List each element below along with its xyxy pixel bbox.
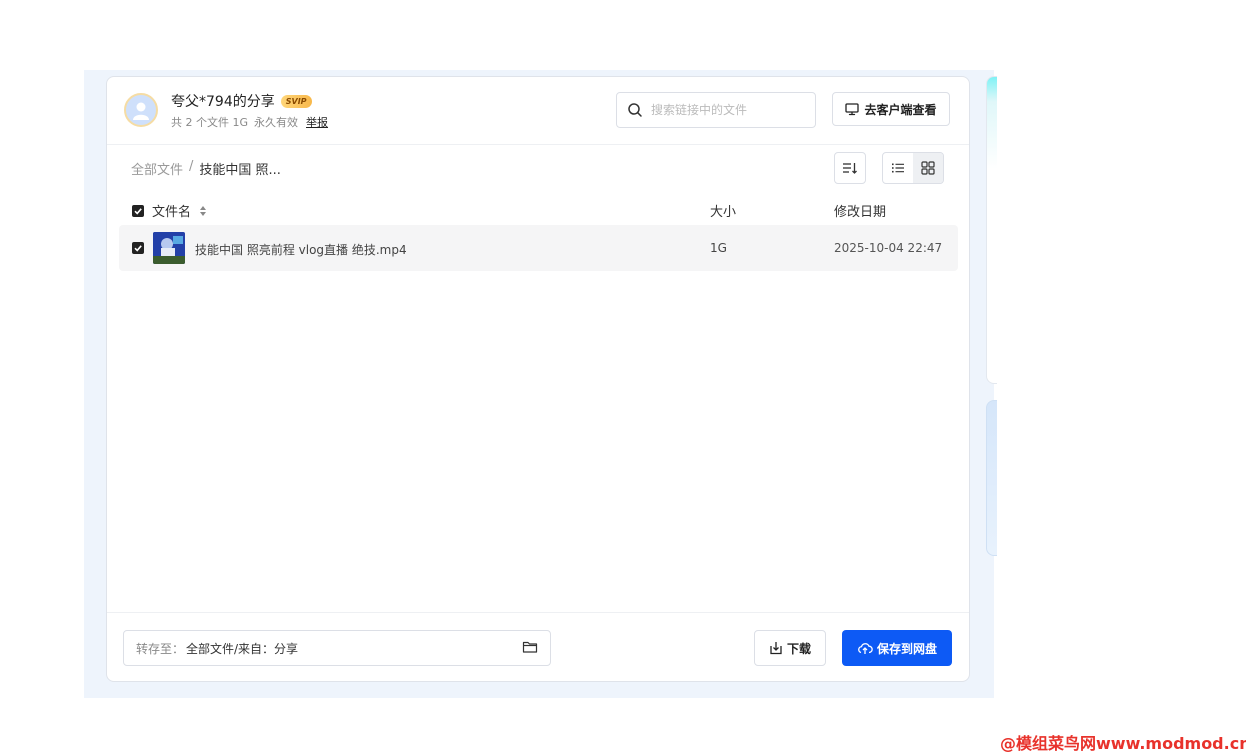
column-name-label[interactable]: 文件名 xyxy=(152,201,191,220)
save-path-field[interactable]: 转存至： 全部文件/来自：分享 xyxy=(123,630,551,666)
download-label: 下载 xyxy=(786,641,811,656)
select-all-checkbox[interactable] xyxy=(132,204,144,217)
video-thumbnail xyxy=(153,232,185,264)
save-path-label: 转存至： xyxy=(136,641,185,656)
validity: 永久有效 xyxy=(254,116,299,129)
share-panel: 夸父*794的分享 SVIP 共 2 个文件 1G 永久有效 举报 去客 xyxy=(106,76,970,682)
open-in-client-label: 去客户端查看 xyxy=(864,102,937,117)
file-count: 共 2 个文件 1G xyxy=(171,116,249,129)
open-in-client-button[interactable]: 去客户端查看 xyxy=(832,92,950,126)
sort-button[interactable] xyxy=(834,152,866,184)
share-meta: 共 2 个文件 1G 永久有效 举报 xyxy=(171,114,328,130)
grid-view-button[interactable] xyxy=(913,153,943,183)
file-name[interactable]: 技能中国 照亮前程 vlog直播 绝技.mp4 xyxy=(195,241,407,258)
breadcrumb: 全部文件 / 技能中国 照... xyxy=(131,159,281,178)
side-card xyxy=(986,400,997,556)
search-box xyxy=(616,92,816,128)
report-link[interactable]: 举报 xyxy=(306,114,328,130)
file-date: 2025-10-04 22:47 xyxy=(834,241,943,255)
check-icon xyxy=(134,207,142,215)
save-path-value: 全部文件/来自：分享 xyxy=(186,641,299,656)
breadcrumb-separator: / xyxy=(189,159,194,174)
table-row[interactable]: 技能中国 照亮前程 vlog直播 绝技.mp4 1G 2025-10-04 22… xyxy=(119,225,958,271)
file-size: 1G xyxy=(710,241,727,255)
row-checkbox[interactable] xyxy=(132,242,144,254)
table-header: 文件名 大小 修改日期 xyxy=(107,197,969,221)
column-name: 文件名 xyxy=(132,201,207,220)
download-icon xyxy=(770,642,782,655)
list-view-button[interactable] xyxy=(883,153,913,183)
save-to-cloud-label: 保存到网盘 xyxy=(876,641,937,656)
folder-icon[interactable] xyxy=(522,640,538,654)
share-owner: 夸父*794的分享 SVIP xyxy=(171,91,312,111)
breadcrumb-current: 技能中国 照... xyxy=(199,163,281,178)
cloud-upload-icon xyxy=(858,643,873,654)
search-icon xyxy=(627,102,643,118)
view-toggle xyxy=(882,152,944,184)
footer-note-cropped xyxy=(346,688,826,698)
breadcrumb-root[interactable]: 全部文件 xyxy=(131,159,183,178)
column-date: 修改日期 xyxy=(834,205,887,220)
side-card xyxy=(986,76,997,384)
share-header: 夸父*794的分享 SVIP 共 2 个文件 1G 永久有效 举报 去客 xyxy=(107,77,969,145)
save-to-cloud-button[interactable]: 保存到网盘 xyxy=(842,630,952,666)
search-input[interactable] xyxy=(649,102,813,118)
owner-name: 夸父*794的分享 xyxy=(171,94,275,110)
column-size: 大小 xyxy=(710,205,737,220)
user-icon xyxy=(133,102,149,120)
svip-badge: SVIP xyxy=(280,94,312,108)
share-footer: 转存至： 全部文件/来自：分享 下载 保存到网盘 xyxy=(107,612,969,682)
download-button[interactable]: 下载 xyxy=(754,630,826,666)
avatar xyxy=(124,93,158,127)
grid-view-icon xyxy=(921,161,935,175)
check-icon xyxy=(134,245,142,252)
sort-arrows-icon[interactable] xyxy=(199,205,207,217)
list-view-icon xyxy=(892,163,904,173)
sort-icon xyxy=(843,163,857,174)
watermark: @模组菜鸟网www.modmod.cn xyxy=(1000,734,1246,753)
monitor-icon xyxy=(845,103,860,116)
